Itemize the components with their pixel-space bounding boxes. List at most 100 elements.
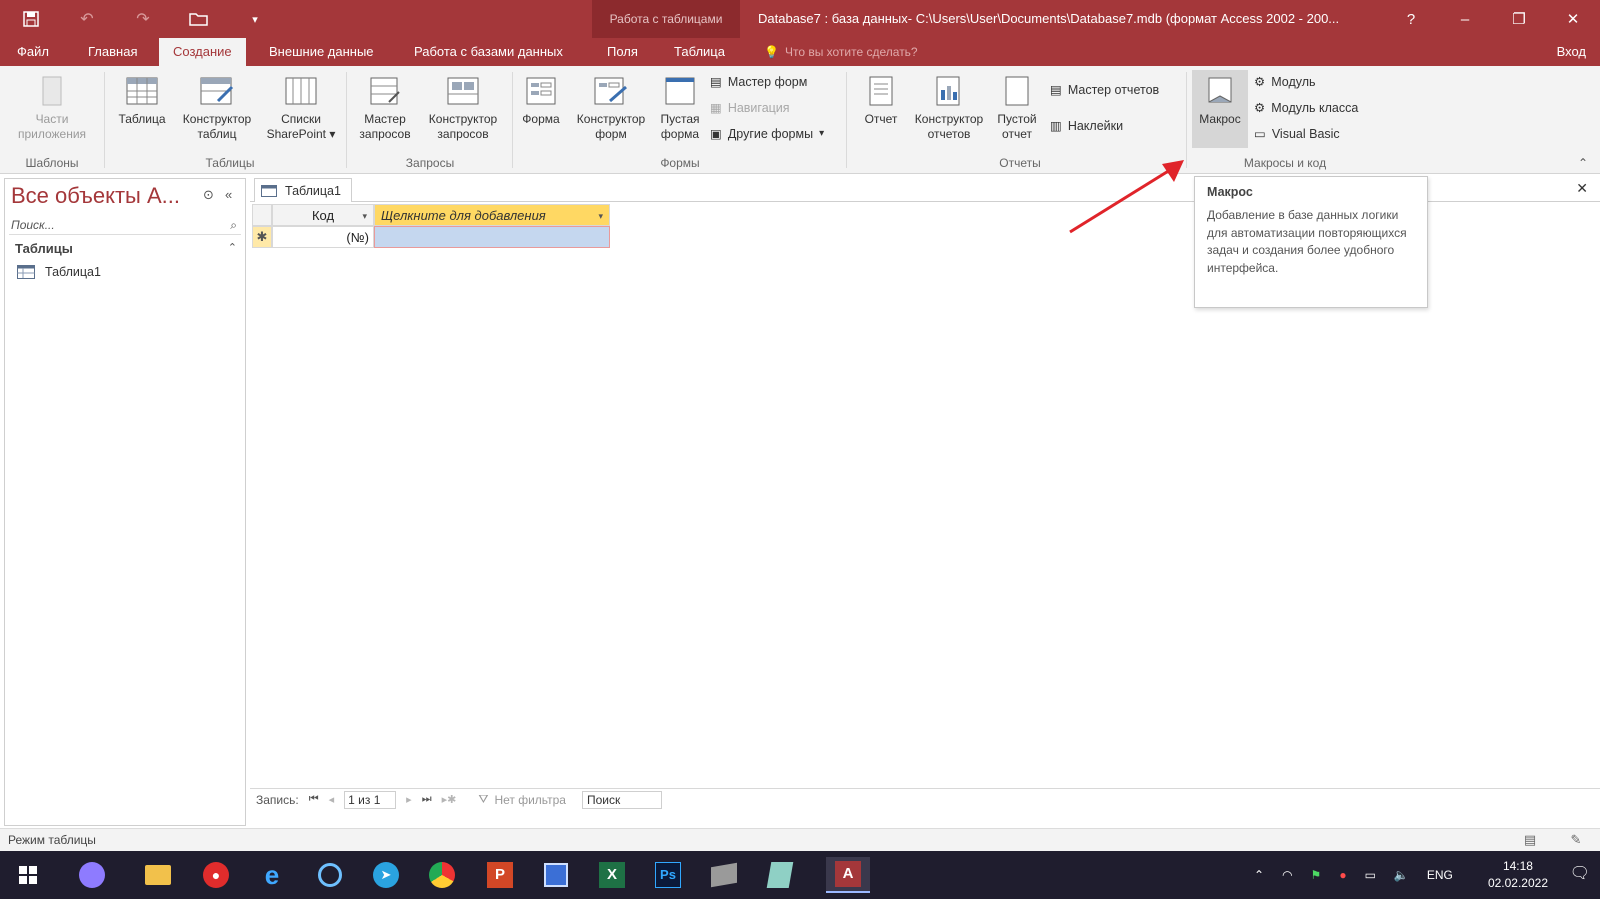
first-record-icon[interactable]: ⏮: [309, 793, 319, 806]
nav-item-table1[interactable]: Таблица1: [17, 265, 101, 279]
nav-pane-title[interactable]: Все объекты A...: [11, 183, 180, 209]
redo-icon[interactable]: ↷: [130, 6, 156, 32]
table-designer-button[interactable]: Конструктор таблиц: [174, 74, 260, 142]
sign-in-link[interactable]: Вход: [1557, 38, 1586, 66]
nav-collapse-icon[interactable]: «: [225, 187, 232, 202]
new-record-icon[interactable]: ▸✱: [442, 793, 457, 806]
language-indicator[interactable]: ENG: [1427, 868, 1453, 882]
close-document-icon[interactable]: ✕: [1576, 180, 1588, 197]
chevron-down-icon[interactable]: ▾: [362, 205, 367, 227]
floppy-disk-icon[interactable]: [534, 857, 578, 893]
report-designer-button[interactable]: Конструктор отчетов: [906, 74, 992, 142]
tab-external-data[interactable]: Внешние данные: [269, 38, 374, 66]
column-header-add[interactable]: Щелкните для добавления ▾: [374, 204, 610, 226]
tab-fields[interactable]: Поля: [607, 38, 638, 66]
status-bar: Режим таблицы ▤ ✎: [0, 828, 1600, 851]
taskbar: ● e ➤ P X Ps A ⌃ ◠ ⚑ ● ▭ 🔈 ENG 14:18 02.…: [0, 851, 1600, 899]
chevron-up-icon[interactable]: ⌃: [228, 241, 237, 254]
tab-table[interactable]: Таблица: [674, 38, 725, 66]
app-circle-icon[interactable]: [70, 857, 114, 893]
select-all-cell[interactable]: [252, 204, 272, 226]
class-module-button[interactable]: ⚙ Модуль класса: [1254, 100, 1358, 116]
flag-icon[interactable]: ⚑: [1311, 868, 1322, 882]
powerpoint-icon[interactable]: P: [478, 857, 522, 893]
minimize-button[interactable]: –: [1438, 0, 1492, 38]
chevron-up-icon[interactable]: ⌃: [1254, 868, 1264, 882]
column-header-label: Код: [311, 208, 335, 223]
open-folder-icon[interactable]: [186, 6, 212, 32]
query-wizard-button[interactable]: Мастер запросов: [350, 74, 420, 142]
tab-create[interactable]: Создание: [159, 38, 246, 66]
volume-icon[interactable]: 🔈: [1394, 868, 1409, 882]
customize-qat-icon[interactable]: ▾: [242, 6, 268, 32]
more-forms-button[interactable]: ▣ Другие формы ▾: [710, 126, 824, 142]
photoshop-icon[interactable]: Ps: [646, 857, 690, 893]
collapse-ribbon-icon[interactable]: ⌃: [1578, 156, 1588, 170]
battery-icon[interactable]: ▭: [1365, 868, 1376, 882]
datasheet-view-icon[interactable]: ▤: [1520, 831, 1540, 849]
prev-record-icon[interactable]: ◂: [329, 793, 335, 806]
internet-explorer-icon[interactable]: e: [250, 857, 294, 893]
module-button[interactable]: ⚙ Модуль: [1254, 74, 1316, 90]
table-button[interactable]: Таблица: [112, 74, 172, 127]
file-explorer-icon[interactable]: [136, 857, 180, 893]
wifi-icon[interactable]: ◠: [1282, 868, 1292, 882]
access-icon[interactable]: A: [826, 857, 870, 893]
cell-add[interactable]: [374, 226, 610, 248]
nav-group-tables[interactable]: Таблицы ⌃: [15, 241, 237, 256]
excel-icon[interactable]: X: [590, 857, 634, 893]
document-tab-table1[interactable]: Таблица1: [254, 178, 352, 202]
tab-home[interactable]: Главная: [88, 38, 137, 66]
labels-icon: ▥: [1050, 119, 1062, 133]
macro-button[interactable]: Макрос: [1192, 70, 1248, 148]
windows-start-icon[interactable]: [6, 857, 50, 893]
form-button[interactable]: Форма: [516, 74, 566, 127]
browser-globe-icon[interactable]: [308, 857, 352, 893]
nav-menu-chevron-icon[interactable]: ⊙: [203, 187, 214, 203]
cell-kod[interactable]: (№): [272, 226, 374, 248]
telegram-icon[interactable]: ➤: [364, 857, 408, 893]
app-notepad-icon[interactable]: [758, 857, 802, 893]
funnel-icon: ⛛: [478, 792, 489, 806]
filter-indicator[interactable]: ⛛ Нет фильтра: [478, 792, 566, 807]
chevron-down-icon[interactable]: ▾: [598, 205, 603, 227]
visual-basic-button[interactable]: ▭ Visual Basic: [1254, 126, 1340, 142]
tab-file[interactable]: Файл: [17, 38, 49, 66]
sharepoint-lists-button[interactable]: Списки SharePoint ▾: [262, 74, 340, 142]
notifications-icon[interactable]: 🗨: [1570, 863, 1590, 883]
query-designer-button[interactable]: Конструктор запросов: [420, 74, 506, 142]
blank-form-button[interactable]: Пустая форма: [654, 74, 706, 142]
new-record-selector[interactable]: ✱: [252, 226, 272, 248]
nav-search-input[interactable]: Поиск... ⌕: [9, 215, 241, 235]
report-wizard-button[interactable]: ▤ Мастер отчетов: [1050, 82, 1159, 98]
form-designer-button[interactable]: Конструктор форм: [568, 74, 654, 142]
report-designer-label: Конструктор отчетов: [914, 112, 984, 141]
form-wizard-icon: ▤: [710, 75, 722, 89]
lightbulb-icon: 💡: [764, 45, 779, 59]
undo-icon[interactable]: ↶: [74, 6, 100, 32]
media-player-icon[interactable]: ●: [194, 857, 238, 893]
clock[interactable]: 14:18 02.02.2022: [1488, 858, 1548, 892]
report-button[interactable]: Отчет: [856, 74, 906, 127]
save-icon[interactable]: [18, 6, 44, 32]
chrome-icon[interactable]: [420, 857, 464, 893]
form-wizard-button[interactable]: ▤ Мастер форм: [710, 74, 807, 90]
app-parts-button[interactable]: Части приложения: [4, 74, 100, 142]
next-record-icon[interactable]: ▸: [406, 793, 412, 806]
restore-button[interactable]: ❐: [1492, 0, 1546, 38]
last-record-icon[interactable]: ⏭: [422, 793, 432, 806]
tell-me-box[interactable]: 💡 Что вы хотите сделать?: [764, 38, 918, 66]
navigation-button[interactable]: ▦ Навигация: [710, 100, 790, 116]
antivirus-icon[interactable]: ●: [1339, 868, 1346, 882]
record-search-input[interactable]: Поиск: [581, 790, 662, 809]
current-record-field[interactable]: 1 из 1: [344, 790, 397, 809]
blank-report-button[interactable]: Пустой отчет: [992, 74, 1042, 142]
help-button[interactable]: ?: [1384, 0, 1438, 38]
tab-database-tools[interactable]: Работа с базами данных: [414, 38, 563, 66]
close-button[interactable]: ✕: [1546, 0, 1600, 38]
design-view-icon[interactable]: ✎: [1566, 831, 1586, 849]
labels-button[interactable]: ▥ Наклейки: [1050, 118, 1123, 134]
search-icon[interactable]: ⌕: [230, 215, 237, 235]
column-header-kod[interactable]: Код ▾: [272, 204, 374, 226]
app-book-icon[interactable]: [702, 857, 746, 893]
